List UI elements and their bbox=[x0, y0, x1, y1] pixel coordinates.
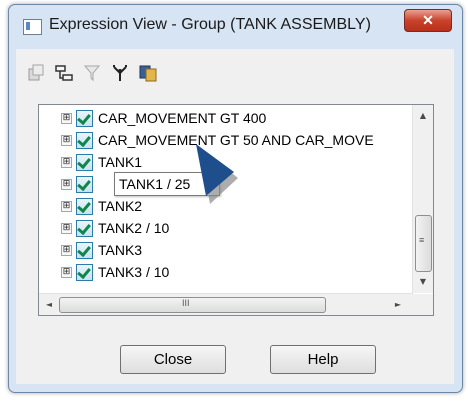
window-icon bbox=[23, 19, 42, 35]
window-title: Expression View - Group (TANK ASSEMBLY) bbox=[49, 16, 371, 33]
row-label: TANK2 / 10 bbox=[98, 220, 170, 236]
tree-icon[interactable] bbox=[110, 63, 130, 83]
hierarchy-icon[interactable] bbox=[54, 63, 74, 83]
vertical-scroll-thumb[interactable] bbox=[415, 215, 432, 272]
dialog-body: ⊞ CAR_MOVEMENT GT 400 ⊞ CAR_MOVEMENT GT … bbox=[16, 49, 454, 384]
tree-row[interactable]: ⊞ TANK3 bbox=[39, 239, 413, 261]
checkbox[interactable] bbox=[76, 198, 93, 215]
checkbox[interactable] bbox=[76, 132, 93, 149]
title-bar[interactable]: Expression View - Group (TANK ASSEMBLY) … bbox=[9, 5, 462, 49]
scroll-left-icon[interactable]: ◄ bbox=[40, 296, 58, 313]
grip-icon: III bbox=[182, 298, 190, 308]
horizontal-scrollbar[interactable]: ◄ III ► bbox=[39, 293, 413, 315]
scroll-up-icon[interactable]: ▲ bbox=[413, 107, 433, 125]
scroll-right-icon[interactable]: ► bbox=[389, 296, 407, 313]
pointer-arrow-icon bbox=[196, 144, 238, 204]
expand-icon[interactable]: ⊞ bbox=[61, 223, 72, 234]
row-label: TANK2 bbox=[98, 198, 143, 214]
expand-icon[interactable]: ⊞ bbox=[61, 135, 72, 146]
vertical-scrollbar[interactable]: ▲ ▼ bbox=[412, 105, 433, 293]
tree-row[interactable]: ⊞ CAR_MOVEMENT GT 400 bbox=[39, 107, 413, 129]
checkbox[interactable] bbox=[76, 154, 93, 171]
help-button[interactable]: Help bbox=[270, 345, 376, 374]
row-label: CAR_MOVEMENT GT 400 bbox=[98, 110, 267, 126]
filter-icon[interactable] bbox=[82, 63, 102, 83]
close-button[interactable]: Close bbox=[120, 345, 226, 374]
checkbox[interactable] bbox=[76, 110, 93, 127]
expand-icon[interactable]: ⊞ bbox=[61, 267, 72, 278]
checkbox[interactable] bbox=[76, 176, 93, 193]
properties-icon[interactable] bbox=[26, 63, 46, 83]
copy-icon[interactable] bbox=[138, 63, 158, 83]
tree-row[interactable]: ⊞ TANK2 / 10 bbox=[39, 217, 413, 239]
scroll-down-icon[interactable]: ▼ bbox=[413, 273, 433, 291]
expand-icon[interactable]: ⊞ bbox=[61, 113, 72, 124]
tree-row[interactable]: ⊞ TANK3 / 10 bbox=[39, 261, 413, 283]
row-label: TANK3 / 10 bbox=[98, 264, 170, 280]
expand-icon[interactable]: ⊞ bbox=[61, 245, 72, 256]
expand-icon[interactable]: ⊞ bbox=[61, 157, 72, 168]
expand-icon[interactable]: ⊞ bbox=[61, 201, 72, 212]
checkbox[interactable] bbox=[76, 220, 93, 237]
row-label: TANK3 bbox=[98, 242, 143, 258]
expand-icon[interactable]: ⊞ bbox=[61, 179, 72, 190]
window-close-button[interactable]: ✕ bbox=[404, 9, 452, 32]
horizontal-scroll-thumb[interactable]: III bbox=[59, 297, 326, 313]
row-label: TANK1 bbox=[98, 154, 143, 170]
expression-tree[interactable]: ⊞ CAR_MOVEMENT GT 400 ⊞ CAR_MOVEMENT GT … bbox=[38, 104, 434, 316]
checkbox[interactable] bbox=[76, 242, 93, 259]
scrollbar-corner bbox=[413, 294, 433, 315]
checkbox[interactable] bbox=[76, 264, 93, 281]
